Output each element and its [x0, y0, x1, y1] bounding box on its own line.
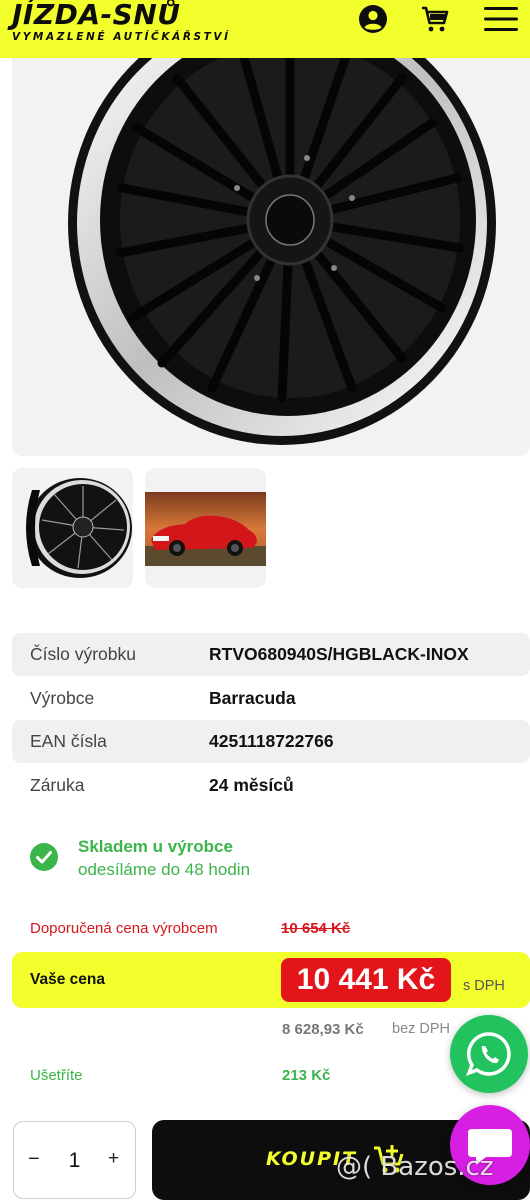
spec-value: 24 měsíců: [209, 775, 294, 795]
wheel-thumbnail-image: [26, 478, 132, 578]
wheel-image: [68, 38, 496, 445]
net-price-value: 8 628,93 Kč: [282, 1021, 364, 1038]
spec-value: RTVO680940S/HGBLACK-INOX: [209, 644, 469, 664]
whatsapp-button[interactable]: [450, 1015, 528, 1093]
savings-value: 213 Kč: [282, 1067, 331, 1084]
watermark: @( Bazos.cz: [336, 1152, 494, 1182]
logo-title: JÍZDA-SNŮ: [12, 0, 181, 31]
spec-value: 4251118722766: [209, 731, 334, 751]
cart-icon[interactable]: [420, 4, 450, 34]
increase-quantity-button[interactable]: +: [108, 1148, 119, 1170]
spec-row-manufacturer: Výrobce Barracuda: [12, 677, 530, 720]
savings-label: Ušetříte: [30, 1067, 83, 1084]
rrp-value: 10 654 Kč: [281, 920, 351, 937]
spec-row-product-number: Číslo výrobku RTVO680940S/HGBLACK-INOX: [12, 633, 530, 676]
site-header: JÍZDA-SNŮ VYMAZLENÉ AUTÍČKÁŘSTVÍ: [0, 0, 530, 58]
rrp-label: Doporučená cena výrobcem: [30, 920, 218, 937]
whatsapp-icon: [466, 1032, 511, 1076]
quantity-stepper: − 1 +: [13, 1121, 136, 1199]
spec-row-ean: EAN čísla 4251118722766: [12, 720, 530, 763]
logo-tagline: VYMAZLENÉ AUTÍČKÁŘSTVÍ: [12, 31, 231, 43]
with-vat-label: s DPH: [463, 978, 505, 994]
net-price-label: bez DPH: [392, 1021, 451, 1037]
user-icon[interactable]: [358, 4, 388, 34]
spec-row-warranty: Záruka 24 měsíců: [12, 764, 530, 807]
spec-label: Číslo výrobku: [30, 644, 137, 664]
shipping-info: odesíláme do 48 hodin: [78, 860, 251, 879]
your-price-value: 10 441 Kč: [281, 958, 451, 1002]
product-page: JÍZDA-SNŮ VYMAZLENÉ AUTÍČKÁŘSTVÍ Číslo v…: [0, 0, 530, 1200]
thumbnail-wheel[interactable]: [12, 468, 133, 588]
menu-icon[interactable]: [483, 4, 519, 34]
red-car-thumbnail-image: [145, 492, 266, 566]
spec-label: Záruka: [30, 775, 85, 795]
your-price-band: Vaše cena 10 441 Kč s DPH: [12, 952, 530, 1008]
spec-label: EAN čísla: [30, 731, 107, 751]
spec-label: Výrobce: [30, 688, 95, 708]
check-icon: [30, 843, 58, 871]
spec-value: Barracuda: [209, 688, 296, 708]
main-product-image[interactable]: [12, 38, 530, 456]
your-price-label: Vaše cena: [30, 971, 105, 988]
thumbnail-car[interactable]: [145, 468, 266, 588]
stock-status: Skladem u výrobce: [78, 837, 233, 856]
site-logo[interactable]: JÍZDA-SNŮ VYMAZLENÉ AUTÍČKÁŘSTVÍ: [12, 0, 231, 43]
